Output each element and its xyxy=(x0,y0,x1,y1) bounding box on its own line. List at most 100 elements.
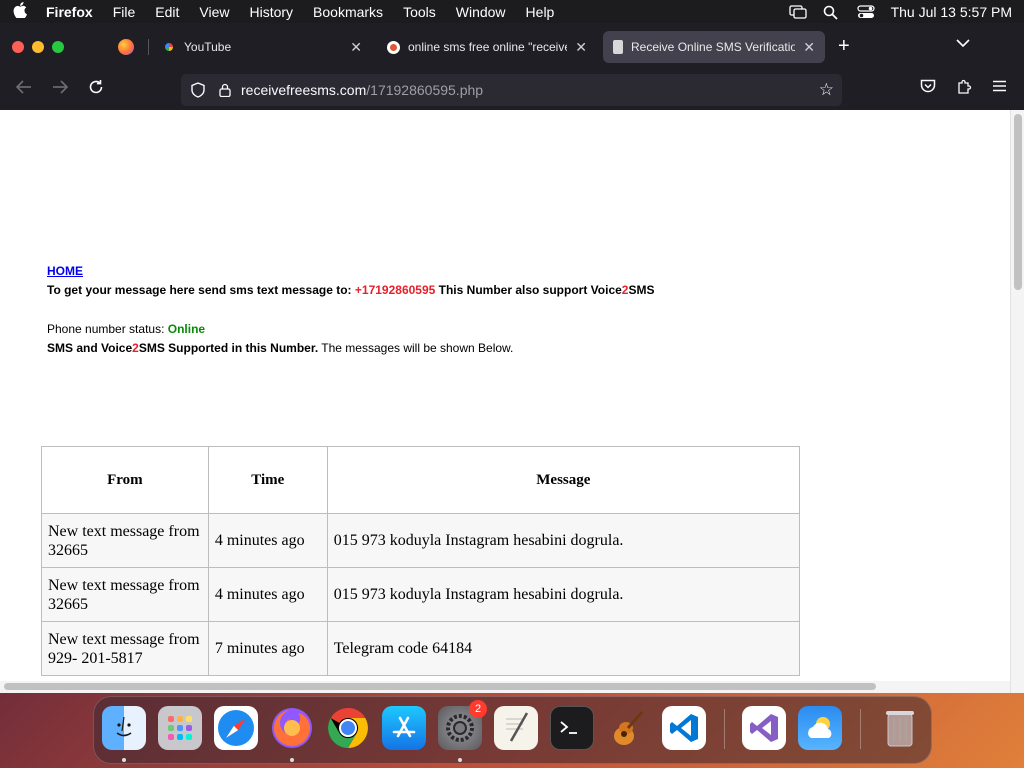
page-viewport: HOME To get your message here send sms t… xyxy=(0,110,1024,693)
dock-divider xyxy=(724,709,725,749)
header-from: From xyxy=(41,446,209,514)
cell-from: New text message from 32665 xyxy=(41,567,209,622)
google-favicon-icon xyxy=(162,40,176,54)
table-header-row: From Time Message xyxy=(41,446,801,514)
weather-icon[interactable] xyxy=(798,706,842,750)
bookmark-star-icon[interactable]: ☆ xyxy=(819,80,834,100)
tab-search[interactable]: online sms free online "receive" ✕ xyxy=(377,31,597,63)
list-all-tabs-chevron-icon[interactable] xyxy=(956,35,970,51)
page-content: HOME To get your message here send sms t… xyxy=(47,262,655,358)
url-host: receivefreesms.com xyxy=(241,82,367,98)
header-time: Time xyxy=(207,446,328,514)
minimize-window-button[interactable] xyxy=(32,40,44,53)
instruction-line: To get your message here send sms text m… xyxy=(47,281,655,300)
apple-menu-icon[interactable] xyxy=(12,1,28,22)
support-line: SMS and Voice2SMS Supported in this Numb… xyxy=(47,339,655,358)
vertical-scrollbar[interactable] xyxy=(1010,110,1024,693)
firefox-view-icon[interactable] xyxy=(118,39,134,55)
menu-tools[interactable]: Tools xyxy=(403,4,436,20)
vertical-scroll-thumb[interactable] xyxy=(1014,114,1022,290)
url-path: /17192860595.php xyxy=(366,82,484,98)
reload-icon[interactable] xyxy=(88,79,104,100)
cell-time: 7 minutes ago xyxy=(207,621,328,676)
menu-file[interactable]: File xyxy=(113,4,136,20)
support-two: 2 xyxy=(132,341,139,355)
menu-help[interactable]: Help xyxy=(526,4,555,20)
instruction-prefix: To get your message here send sms text m… xyxy=(47,283,355,297)
status-line: Phone number status: Online xyxy=(47,320,655,339)
cell-from: New text message from 32665 xyxy=(41,513,209,568)
duckduckgo-favicon-icon xyxy=(387,40,400,54)
notification-badge: 2 xyxy=(469,700,487,718)
launchpad-icon[interactable] xyxy=(158,706,202,750)
tab-title: online sms free online "receive" xyxy=(408,40,568,54)
menu-app-firefox[interactable]: Firefox xyxy=(46,4,93,20)
phone-favicon-icon xyxy=(613,40,623,54)
instruction-sms: SMS xyxy=(628,283,655,297)
firefox-window: YouTube ✕ online sms free online "receiv… xyxy=(0,23,1024,693)
site-lock-icon[interactable] xyxy=(219,83,231,98)
menu-window[interactable]: Window xyxy=(456,4,506,20)
table-row: New text message from 929- 201-5817 7 mi… xyxy=(41,621,801,676)
control-center-icon[interactable] xyxy=(856,4,875,19)
spotlight-search-icon[interactable] xyxy=(823,5,839,20)
dock-divider xyxy=(860,709,861,749)
instruction-suffix: This Number also support Voice xyxy=(435,283,622,297)
menu-bar: Firefox File Edit View History Bookmarks… xyxy=(0,0,1024,23)
menu-view[interactable]: View xyxy=(199,4,229,20)
sms-messages-table: From Time Message New text message from … xyxy=(41,446,801,676)
cell-from: New text message from 929- 201-5817 xyxy=(41,621,209,676)
menu-bookmarks[interactable]: Bookmarks xyxy=(313,4,383,20)
forward-arrow-icon[interactable] xyxy=(52,79,69,99)
address-bar[interactable]: receivefreesms.com/17192860595.php ☆ xyxy=(181,74,842,106)
back-arrow-icon[interactable] xyxy=(15,79,32,99)
chrome-icon[interactable] xyxy=(326,706,370,750)
tracking-protection-shield-icon[interactable] xyxy=(191,82,205,98)
zoom-window-button[interactable] xyxy=(52,40,64,53)
new-tab-plus-icon[interactable]: + xyxy=(838,35,850,58)
home-link[interactable]: HOME xyxy=(47,264,83,278)
support-tail: The messages will be shown Below. xyxy=(318,341,514,355)
textedit-icon[interactable] xyxy=(494,706,538,750)
macos-dock: 2 xyxy=(93,696,932,764)
vscode-icon[interactable] xyxy=(662,706,706,750)
table-row: New text message from 32665 4 minutes ag… xyxy=(41,567,801,622)
menu-history[interactable]: History xyxy=(249,4,293,20)
horizontal-scroll-thumb[interactable] xyxy=(4,683,876,690)
close-tab-icon[interactable]: ✕ xyxy=(803,39,815,56)
support-b: SMS Supported in this Number. xyxy=(138,341,319,355)
terminal-icon[interactable] xyxy=(550,706,594,750)
running-indicator xyxy=(458,758,462,762)
screen-mirroring-icon[interactable] xyxy=(788,4,807,19)
support-a: SMS and Voice xyxy=(47,341,133,355)
close-window-button[interactable] xyxy=(12,40,24,53)
garageband-icon[interactable] xyxy=(606,706,650,750)
menu-edit[interactable]: Edit xyxy=(155,4,179,20)
cell-message: Telegram code 64184 xyxy=(326,621,801,676)
navigation-toolbar: receivefreesms.com/17192860595.php ☆ xyxy=(0,70,1024,110)
close-tab-icon[interactable]: ✕ xyxy=(575,39,587,56)
cell-time: 4 minutes ago xyxy=(207,513,328,568)
header-message: Message xyxy=(326,446,801,514)
running-indicator xyxy=(122,758,126,762)
horizontal-scrollbar[interactable] xyxy=(0,681,1010,693)
cell-time: 4 minutes ago xyxy=(207,567,328,622)
firefox-icon[interactable] xyxy=(270,706,314,750)
tab-receive-sms[interactable]: Receive Online SMS Verification ✕ xyxy=(603,31,825,63)
menubar-clock[interactable]: Thu Jul 13 5:57 PM xyxy=(891,4,1012,20)
app-menu-hamburger-icon[interactable] xyxy=(992,79,1007,97)
pocket-icon[interactable] xyxy=(920,79,936,99)
safari-icon[interactable] xyxy=(214,706,258,750)
tab-youtube[interactable]: YouTube ✕ xyxy=(152,31,372,63)
phone-number: +17192860595 xyxy=(354,283,436,297)
visual-studio-icon[interactable] xyxy=(742,706,786,750)
trash-icon[interactable] xyxy=(878,706,922,750)
close-tab-icon[interactable]: ✕ xyxy=(350,39,362,56)
app-store-icon[interactable] xyxy=(382,706,426,750)
cell-message: 015 973 koduyla Instagram hesabini dogru… xyxy=(326,513,801,568)
extensions-puzzle-icon[interactable] xyxy=(956,79,972,100)
finder-icon[interactable] xyxy=(102,706,146,750)
status-label: Phone number status: xyxy=(47,322,168,336)
table-row: New text message from 32665 4 minutes ag… xyxy=(41,513,801,568)
cell-message: 015 973 koduyla Instagram hesabini dogru… xyxy=(326,567,801,622)
